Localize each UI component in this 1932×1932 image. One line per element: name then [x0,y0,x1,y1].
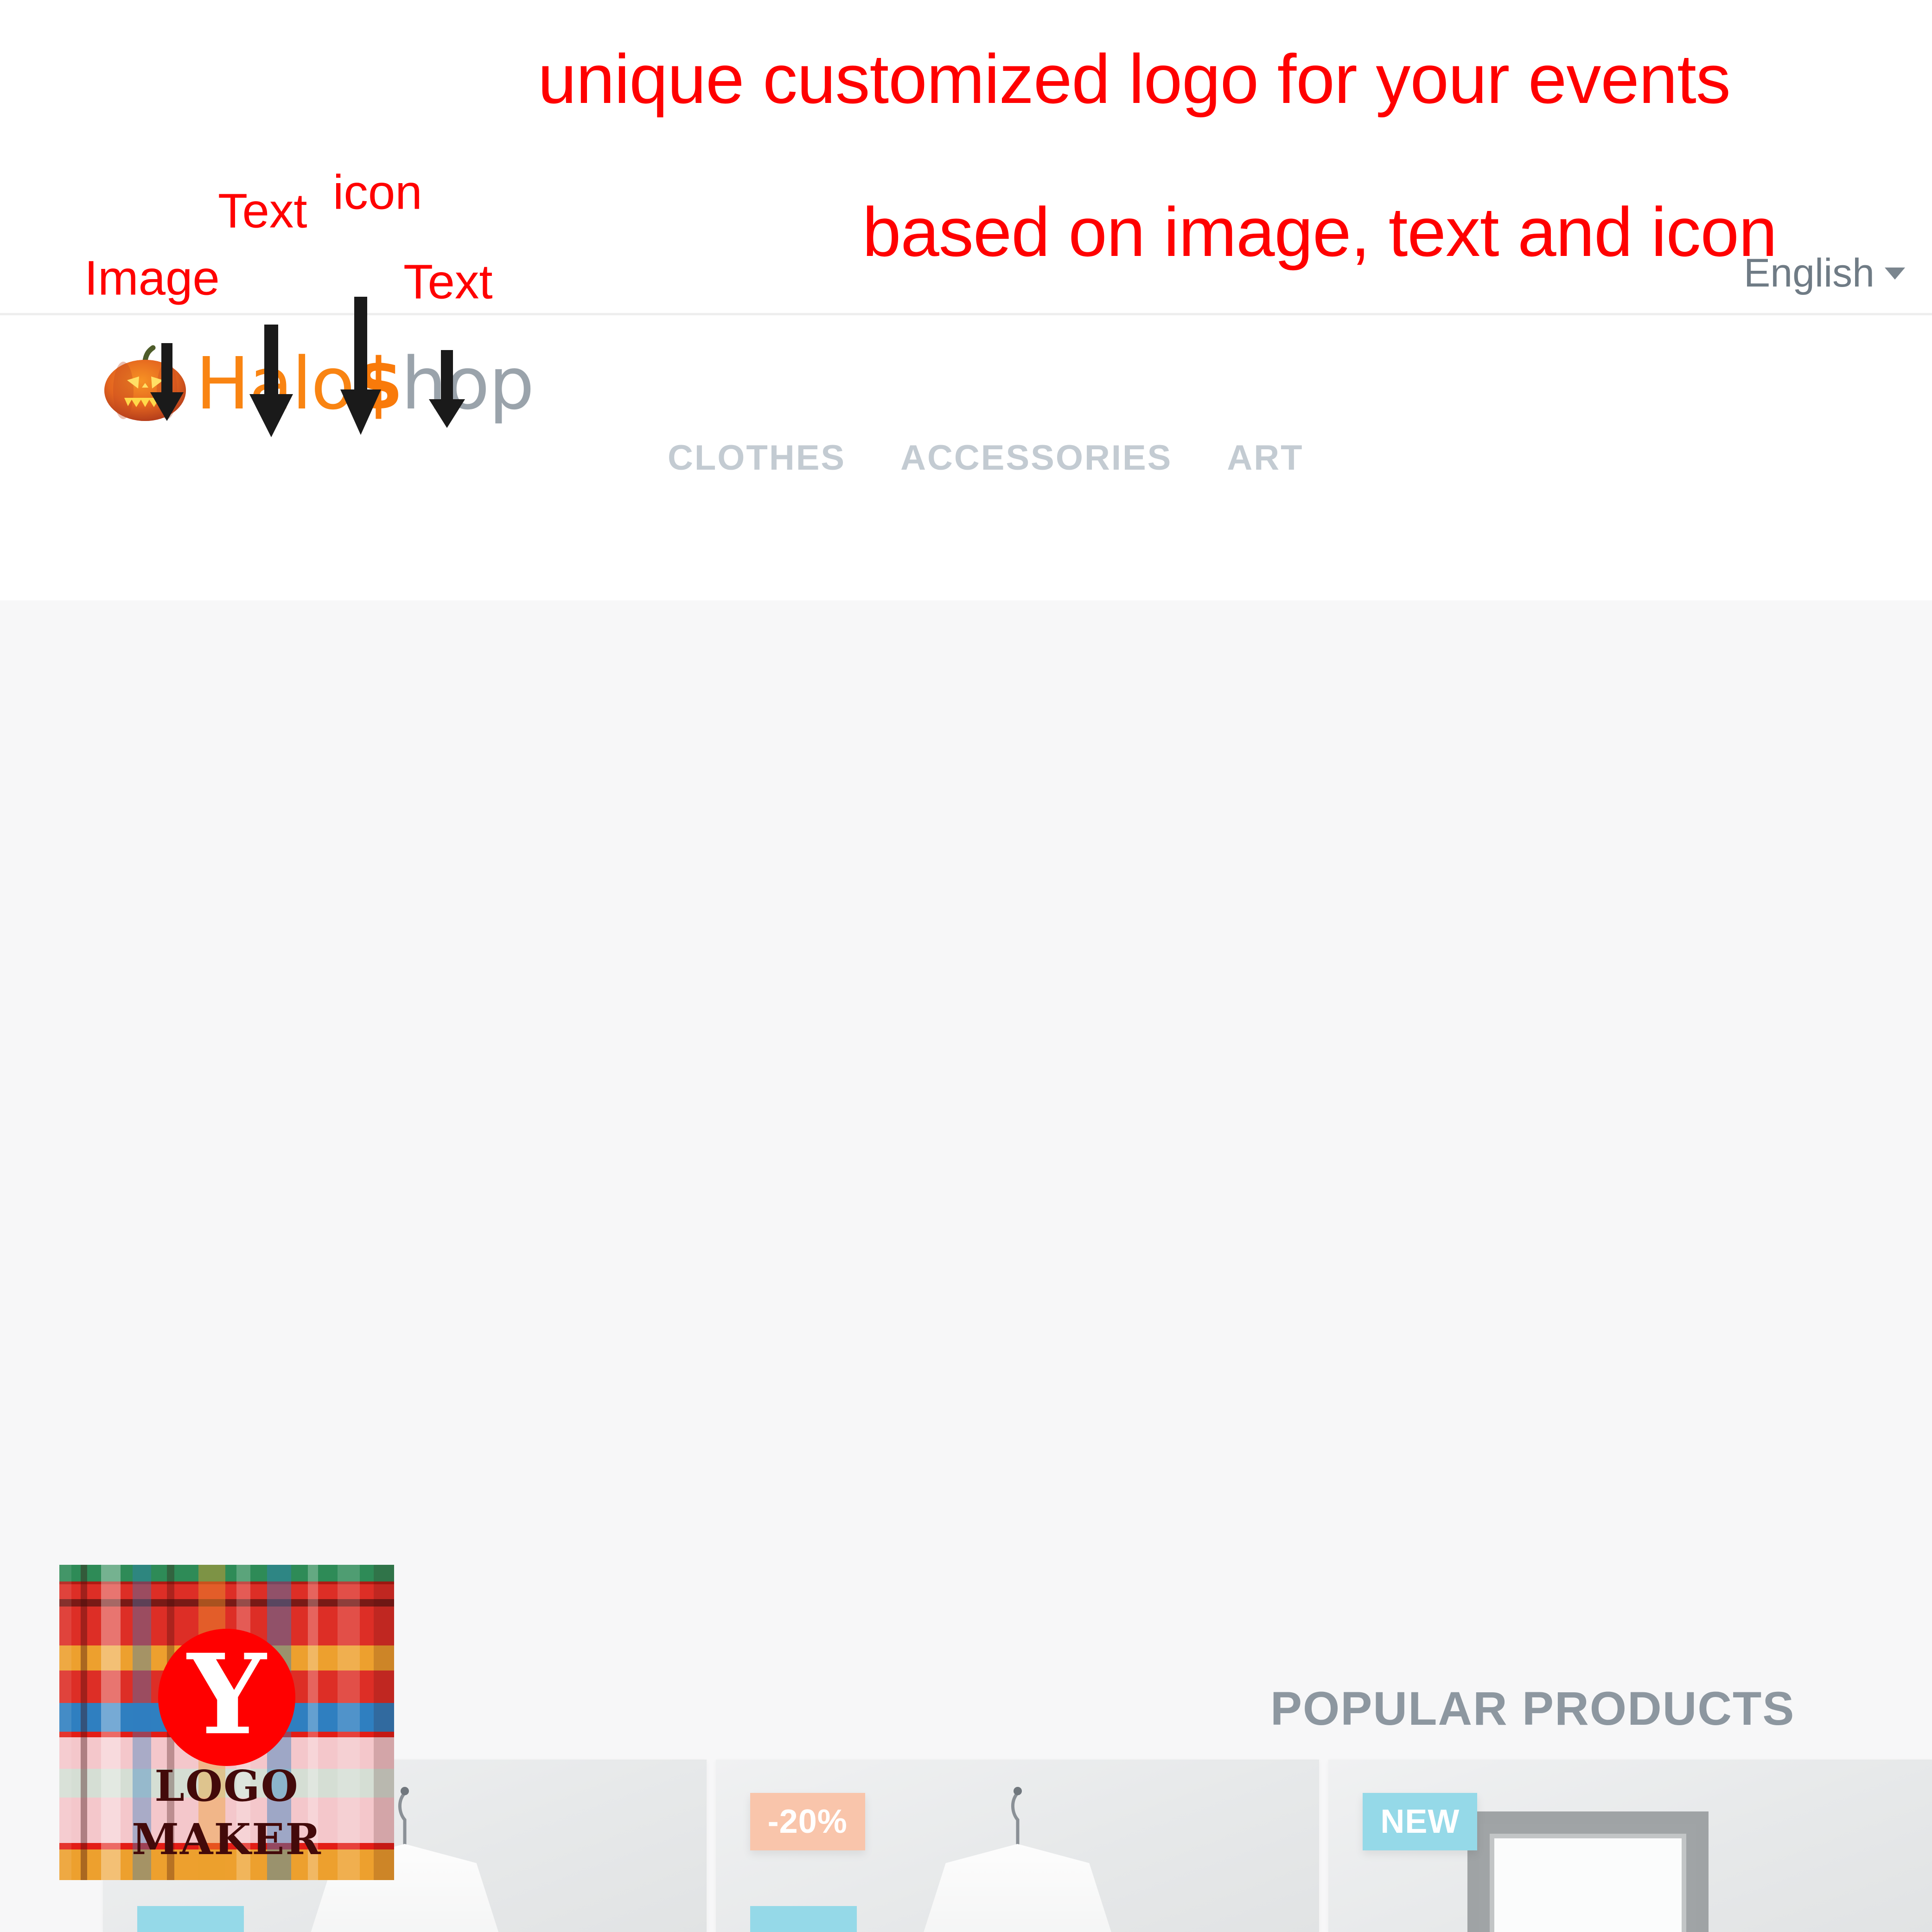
product-badge-strip [750,1906,857,1932]
product-card[interactable]: -20% [715,1760,1320,1932]
brand-wordmark: Halo $ hop [196,341,535,426]
popular-products-title: POPULAR PRODUCTS [1270,1682,1795,1735]
brand-text-secondary: hop [401,341,534,426]
dollar-icon: $ [354,343,403,425]
product-art-frame-inner [1490,1834,1687,1932]
brand-logo[interactable]: Halo $ hop [101,341,535,426]
logo-maker-line-2: MAKER [132,1814,322,1864]
logo-maker-caption: LOGO MAKER [59,1760,394,1866]
header-main-row: Halo $ hop CLOTHES ACCESSORIES ART [0,315,1932,600]
site-header: English Halo $ hop CLOTHES ACCESSORIES A… [0,0,1932,600]
brand-text-primary: Halo [196,341,355,426]
product-badge-sale: -20% [750,1793,865,1850]
nav-item-art[interactable]: ART [1227,438,1303,478]
chevron-down-icon [1885,267,1905,280]
language-selector-label: English [1743,251,1875,295]
logo-maker-circle: Y [158,1629,295,1766]
nav-item-accessories[interactable]: ACCESSORIES [900,438,1172,478]
product-badge-strip [137,1906,244,1932]
product-badge-new: NEW [1363,1793,1478,1850]
nav-item-clothes[interactable]: CLOTHES [668,438,846,478]
product-card[interactable]: NEW [1328,1760,1932,1932]
main-navigation: CLOTHES ACCESSORIES ART [668,315,1304,600]
header-topbar: English [0,0,1932,315]
pumpkin-image [101,344,189,423]
logo-maker-monogram: Y [187,1630,266,1760]
logo-maker-watermark[interactable]: Y LOGO MAKER [59,1565,394,1880]
product-art-frame [1467,1811,1709,1932]
language-selector[interactable]: English [1744,250,1905,296]
logo-maker-line-1: LOGO [154,1761,299,1811]
